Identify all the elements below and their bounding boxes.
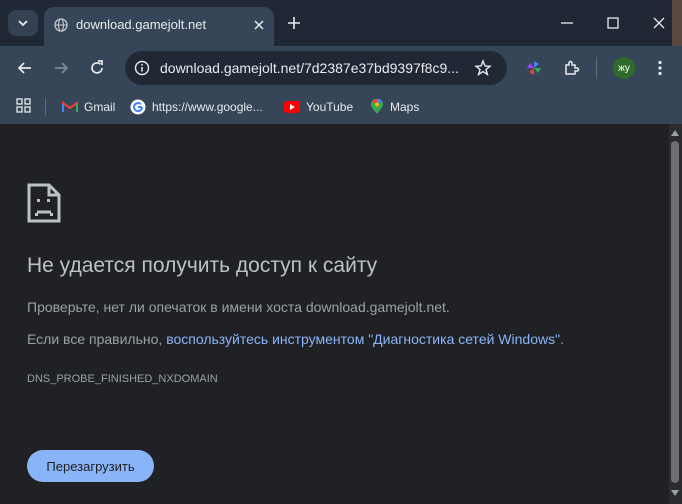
bookmark-google[interactable]: https://www.google...	[130, 98, 263, 116]
bookmark-label: YouTube	[306, 100, 354, 114]
site-info-icon[interactable]	[134, 60, 150, 76]
error-code: DNS_PROBE_FINISHED_NXDOMAIN	[27, 373, 218, 385]
bookmark-label: Maps	[390, 100, 420, 114]
bookmarks-separator	[45, 98, 46, 116]
desktop-edge	[672, 0, 682, 46]
tab-active[interactable]: download.gamejolt.net	[44, 7, 274, 46]
tab-title: download.gamejolt.net	[76, 17, 207, 32]
gmail-icon	[62, 101, 78, 112]
bookmark-maps[interactable]: Maps	[370, 98, 419, 116]
scroll-up-arrow-icon[interactable]	[671, 130, 679, 136]
window-close-icon[interactable]	[650, 14, 668, 32]
error-heading: Не удается получить доступ к сайту	[27, 254, 378, 277]
bookmark-youtube[interactable]: YouTube	[284, 98, 353, 116]
tab-search-button[interactable]	[8, 10, 38, 36]
back-icon[interactable]	[16, 59, 34, 77]
extensions-puzzle-icon[interactable]	[562, 59, 580, 77]
diagnostics-prefix: Если все правильно,	[27, 331, 167, 347]
diagnostics-link[interactable]: воспользуйтесь инструментом "Диагностика…	[166, 331, 560, 347]
address-bar[interactable]: download.gamejolt.net/7d2387e37bd9397f8c…	[125, 51, 507, 85]
error-hint-hostname: Проверьте, нет ли опечаток в имени хоста…	[27, 299, 450, 315]
reload-button[interactable]: Перезагрузить	[27, 450, 154, 482]
maps-icon	[371, 99, 383, 114]
bookmarks-bar: Gmail https://www.google... YouTube Maps	[0, 90, 682, 124]
maximize-icon[interactable]	[604, 14, 622, 32]
globe-icon	[54, 18, 68, 32]
reload-icon[interactable]	[88, 59, 106, 77]
youtube-icon	[284, 101, 300, 113]
scrollbar-thumb[interactable]	[671, 141, 679, 483]
new-tab-icon[interactable]	[287, 16, 301, 30]
close-icon[interactable]	[252, 18, 266, 32]
diagnostics-suffix: .	[560, 331, 564, 347]
chevron-down-icon	[18, 20, 28, 27]
sad-page-icon	[27, 183, 61, 223]
apps-grid-icon[interactable]	[16, 98, 32, 114]
google-icon	[130, 99, 146, 115]
extension-pinwheel-icon[interactable]	[525, 59, 543, 77]
bookmark-label: https://www.google...	[152, 100, 263, 114]
bookmark-star-icon[interactable]	[474, 59, 492, 77]
forward-icon[interactable]	[52, 59, 70, 77]
bookmark-gmail[interactable]: Gmail	[62, 98, 115, 116]
bookmark-label: Gmail	[84, 100, 116, 114]
menu-kebab-icon[interactable]	[651, 59, 669, 77]
error-hint-diagnostics: Если все правильно, воспользуйтесь инстр…	[27, 331, 564, 347]
url-text[interactable]: download.gamejolt.net/7d2387e37bd9397f8c…	[160, 60, 465, 76]
toolbar-separator	[596, 57, 597, 79]
profile-avatar[interactable]: жу	[613, 57, 635, 79]
scroll-down-arrow-icon[interactable]	[671, 490, 679, 496]
minimize-icon[interactable]	[558, 14, 576, 32]
